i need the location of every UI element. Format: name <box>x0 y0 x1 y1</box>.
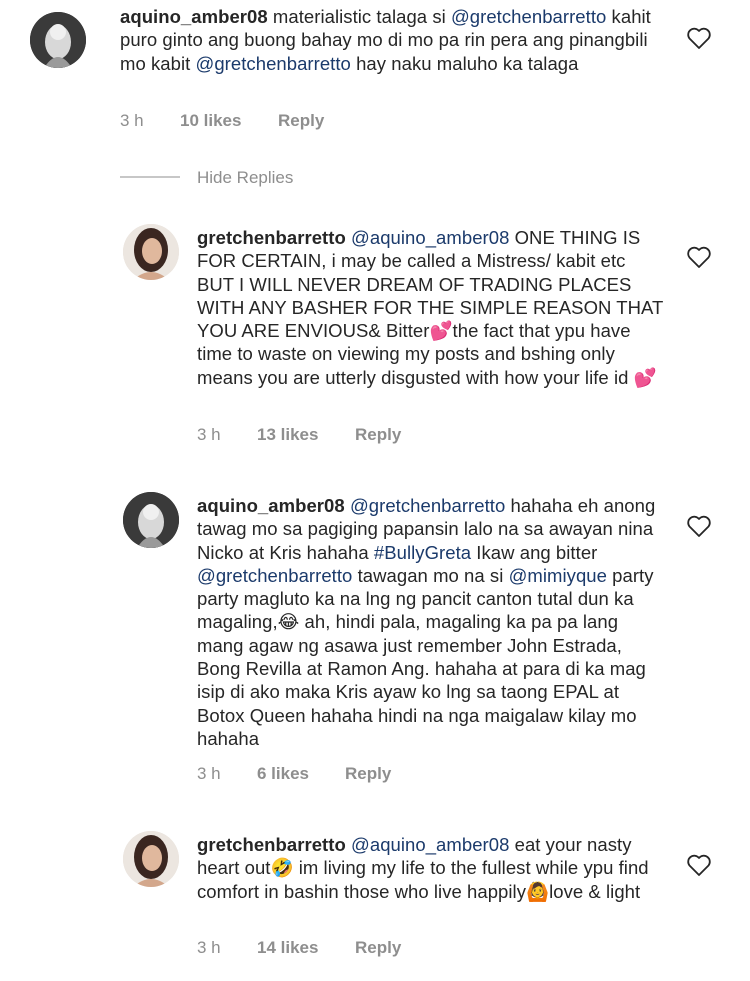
reply-button[interactable]: Reply <box>345 764 391 784</box>
heart-outline-icon[interactable] <box>686 853 712 877</box>
avatar[interactable] <box>123 492 179 548</box>
comment-username[interactable]: aquino_amber08 <box>120 6 268 27</box>
text-segment: party party magluto ka na lng ng pancit … <box>197 564 654 749</box>
reply-button[interactable]: Reply <box>278 111 324 131</box>
mention-link[interactable]: @mimiyque <box>509 565 607 586</box>
comment-username[interactable]: gretchenbarretto <box>197 227 346 248</box>
hide-replies-divider <box>120 176 180 178</box>
text-segment: materialistic talaga si <box>267 6 451 27</box>
text-segment: Ikaw ang bitter <box>471 541 598 563</box>
mention-link[interactable]: @aquino_amber08 <box>351 227 509 248</box>
comment-text: gretchenbarretto @aquino_amber08 eat you… <box>197 833 665 903</box>
heart-outline-icon[interactable] <box>686 26 712 50</box>
likes-count[interactable]: 13 likes <box>257 425 355 445</box>
hashtag-link[interactable]: #BullyGreta <box>374 542 471 563</box>
reply-button[interactable]: Reply <box>355 938 401 958</box>
hide-replies-button[interactable]: Hide Replies <box>197 168 293 188</box>
avatar[interactable] <box>123 831 179 887</box>
comment-meta: 3 h 13 likes Reply <box>197 425 401 445</box>
mention-link[interactable]: @gretchenbarretto <box>197 565 352 586</box>
reply-button[interactable]: Reply <box>355 425 401 445</box>
comment-text: aquino_amber08 materialistic talaga si @… <box>120 5 665 75</box>
avatar[interactable] <box>123 224 179 280</box>
comment-text: aquino_amber08 @gretchenbarretto hahaha … <box>197 494 665 750</box>
comment-meta: 3 h 10 likes Reply <box>120 111 324 131</box>
comment-time: 3 h <box>197 425 221 444</box>
comment-meta: 3 h 6 likes Reply <box>197 764 391 784</box>
mention-link[interactable]: @aquino_amber08 <box>351 834 509 855</box>
heart-outline-icon[interactable] <box>686 245 712 269</box>
likes-count[interactable]: 14 likes <box>257 938 355 958</box>
mention-link[interactable]: @gretchenbarretto <box>451 6 606 27</box>
mention-link[interactable]: @gretchenbarretto <box>350 495 505 516</box>
comment-time: 3 h <box>197 938 221 957</box>
comment-username[interactable]: gretchenbarretto <box>197 834 346 855</box>
comment-username[interactable]: aquino_amber08 <box>197 495 345 516</box>
comment-text: gretchenbarretto @aquino_amber08 ONE THI… <box>197 226 665 389</box>
comment-time: 3 h <box>120 111 144 130</box>
text-segment: ONE THING IS FOR CERTAIN, i may be calle… <box>197 227 664 388</box>
mention-link[interactable]: @gretchenbarretto <box>196 53 351 74</box>
likes-count[interactable]: 6 likes <box>257 764 345 784</box>
likes-count[interactable]: 10 likes <box>180 111 278 131</box>
avatar[interactable] <box>30 12 86 68</box>
text-segment: tawagan mo na si <box>352 564 509 586</box>
comment-meta: 3 h 14 likes Reply <box>197 938 401 958</box>
text-segment: hay naku maluho ka talaga <box>350 52 579 74</box>
heart-outline-icon[interactable] <box>686 514 712 538</box>
comment-time: 3 h <box>197 764 221 783</box>
